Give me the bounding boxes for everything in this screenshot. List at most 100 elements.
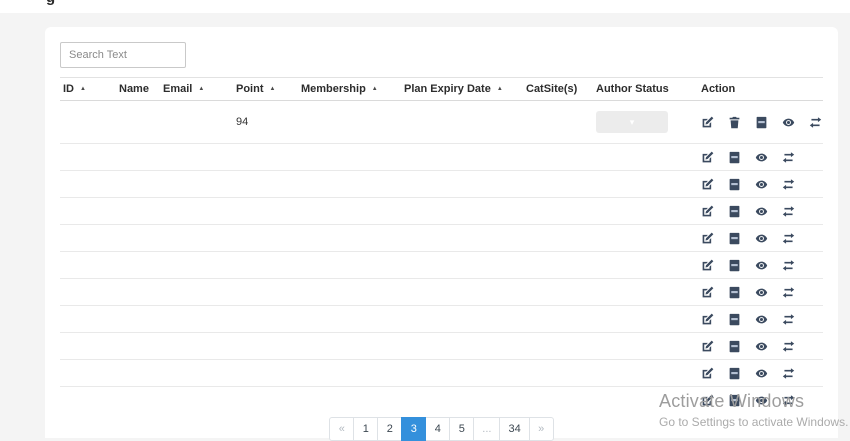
view-button[interactable]: [755, 340, 768, 353]
eye-icon: [755, 367, 768, 380]
exchange-button[interactable]: [782, 205, 795, 218]
eye-icon: [755, 205, 768, 218]
cell-email: [160, 306, 233, 333]
cell-plan-expiry: [401, 198, 523, 225]
cell-email: [160, 171, 233, 198]
cell-point: [233, 144, 298, 171]
cell-membership: [298, 101, 401, 144]
book-button[interactable]: [728, 340, 741, 353]
address-book-icon: [755, 116, 768, 129]
pagination-page-4[interactable]: 4: [425, 417, 450, 441]
edit-button[interactable]: [701, 178, 714, 191]
col-header-membership[interactable]: Membership▲: [298, 78, 401, 101]
sort-asc-icon: ▲: [198, 86, 204, 92]
view-button[interactable]: [755, 232, 768, 245]
delete-button[interactable]: [728, 116, 741, 129]
view-button[interactable]: [755, 205, 768, 218]
edit-button[interactable]: [701, 232, 714, 245]
view-button[interactable]: [755, 178, 768, 191]
book-button[interactable]: [728, 313, 741, 326]
edit-button[interactable]: [701, 205, 714, 218]
cell-catsites: [523, 333, 593, 360]
swap-arrows-icon: [782, 340, 795, 353]
cell-plan-expiry: [401, 252, 523, 279]
cell-author-status: [593, 333, 698, 360]
pagination-page-5[interactable]: 5: [449, 417, 474, 441]
cell-author-status: [593, 252, 698, 279]
book-button[interactable]: [728, 259, 741, 272]
view-button[interactable]: [755, 151, 768, 164]
address-book-icon: [728, 313, 741, 326]
pagination-next[interactable]: »: [529, 417, 554, 441]
exchange-button[interactable]: [782, 313, 795, 326]
book-button[interactable]: [728, 178, 741, 191]
cell-email: [160, 387, 233, 414]
cell-membership: [298, 279, 401, 306]
cell-point: [233, 360, 298, 387]
exchange-button[interactable]: [782, 367, 795, 380]
table-row: [60, 306, 823, 333]
pagination-page-34[interactable]: 34: [499, 417, 529, 441]
watermark-line2: Go to Settings to activate Windows.: [659, 415, 848, 429]
edit-button[interactable]: [701, 367, 714, 380]
view-button[interactable]: [755, 286, 768, 299]
pagination-page-3[interactable]: 3: [401, 417, 426, 441]
col-header-id[interactable]: ID▲: [60, 78, 116, 101]
cell-author-status: [593, 198, 698, 225]
edit-button[interactable]: [701, 151, 714, 164]
edit-button[interactable]: [701, 259, 714, 272]
edit-button[interactable]: [701, 340, 714, 353]
exchange-button[interactable]: [809, 116, 822, 129]
pagination-prev[interactable]: «: [329, 417, 354, 441]
cell-id: [60, 387, 116, 414]
cell-name: [116, 387, 160, 414]
swap-arrows-icon: [782, 367, 795, 380]
cell-author-status: [593, 171, 698, 198]
col-header-email[interactable]: Email▲: [160, 78, 233, 101]
book-button[interactable]: [728, 151, 741, 164]
eye-icon: [755, 313, 768, 326]
book-button[interactable]: [728, 205, 741, 218]
pagination-page-1[interactable]: 1: [353, 417, 378, 441]
pagination-page-2[interactable]: 2: [377, 417, 402, 441]
cell-name: [116, 144, 160, 171]
book-button[interactable]: [728, 367, 741, 380]
cell-email: [160, 101, 233, 144]
cell-author-status: [593, 279, 698, 306]
edit-button[interactable]: [701, 313, 714, 326]
view-button[interactable]: [755, 367, 768, 380]
cell-name: [116, 171, 160, 198]
sort-asc-icon: ▲: [497, 86, 503, 92]
address-book-icon: [728, 340, 741, 353]
swap-arrows-icon: [809, 116, 822, 129]
view-button[interactable]: [755, 313, 768, 326]
cell-author-status: ▾: [593, 101, 698, 144]
exchange-button[interactable]: [782, 178, 795, 191]
table-row: 94 ▾: [60, 101, 823, 144]
col-header-plan-expiry[interactable]: Plan Expiry Date▲: [401, 78, 523, 101]
exchange-button[interactable]: [782, 232, 795, 245]
exchange-button[interactable]: [782, 259, 795, 272]
cell-membership: [298, 333, 401, 360]
edit-button[interactable]: [701, 286, 714, 299]
address-book-icon: [728, 367, 741, 380]
exchange-button[interactable]: [782, 286, 795, 299]
cell-author-status: [593, 306, 698, 333]
col-header-action: Action: [698, 78, 823, 101]
book-button[interactable]: [728, 286, 741, 299]
exchange-button[interactable]: [782, 151, 795, 164]
exchange-button[interactable]: [782, 340, 795, 353]
search-input[interactable]: [60, 42, 186, 68]
cell-id: [60, 198, 116, 225]
view-button[interactable]: [755, 259, 768, 272]
address-book-icon: [728, 205, 741, 218]
cell-id: [60, 252, 116, 279]
edit-button[interactable]: [701, 116, 714, 129]
col-header-point[interactable]: Point▲: [233, 78, 298, 101]
book-button[interactable]: [755, 116, 768, 129]
view-button[interactable]: [782, 116, 795, 129]
author-status-button[interactable]: ▾: [596, 111, 668, 133]
book-button[interactable]: [728, 232, 741, 245]
cell-catsites: [523, 387, 593, 414]
cell-email: [160, 198, 233, 225]
